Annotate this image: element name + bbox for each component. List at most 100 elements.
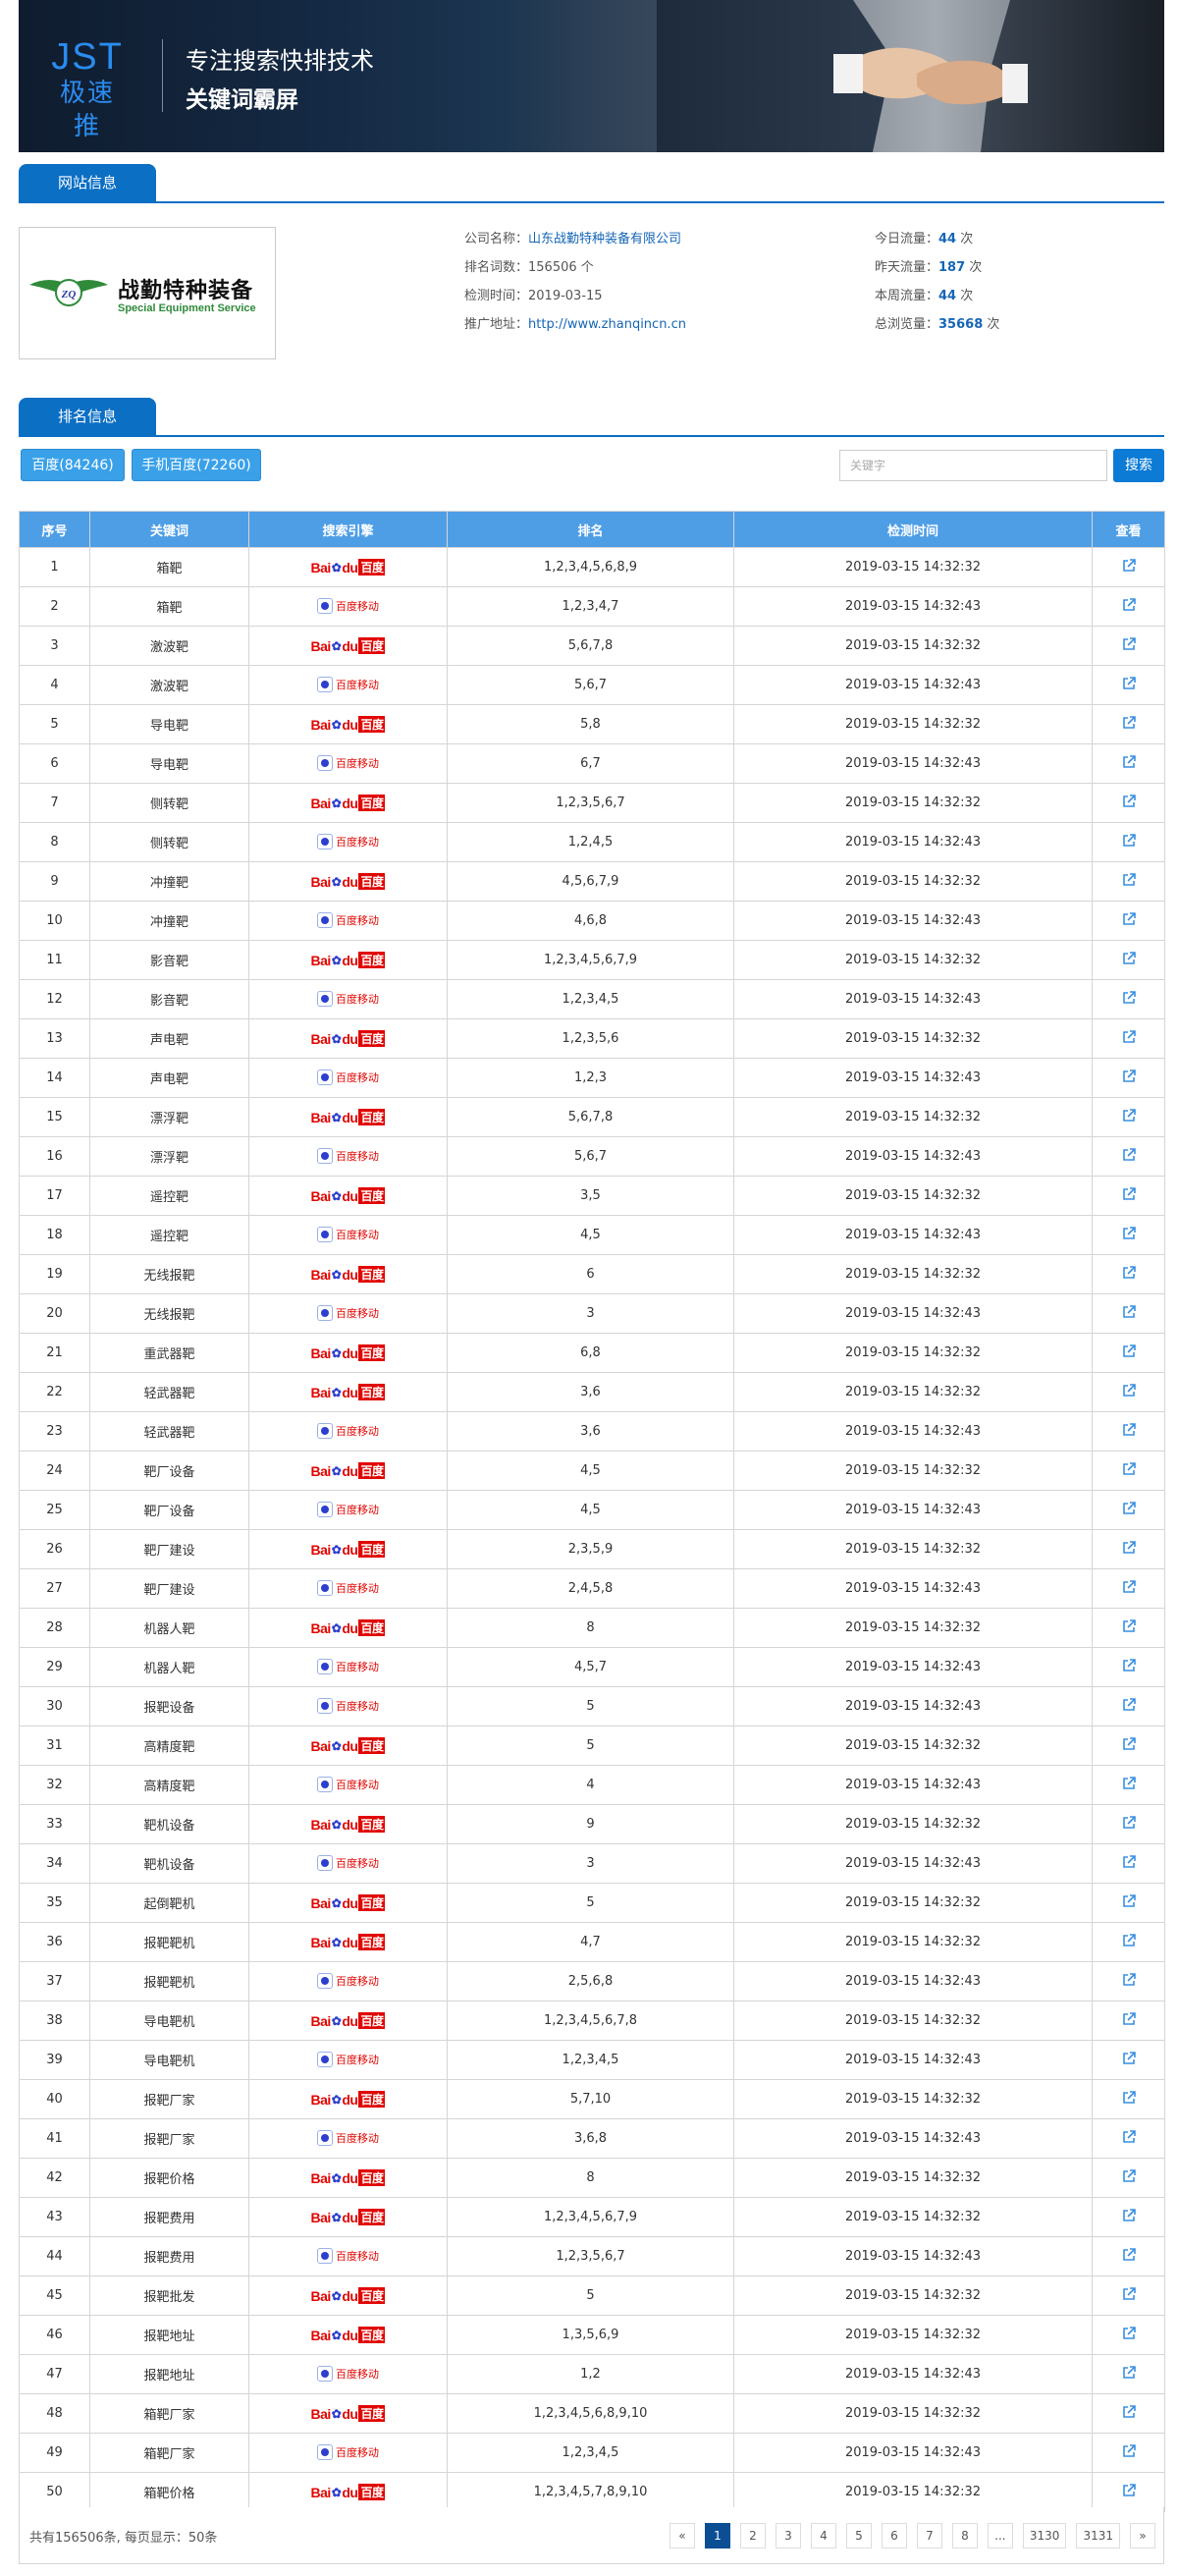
row-engine: Bai ✿ du 百度 [248, 1608, 448, 1648]
external-link-icon[interactable] [1122, 1854, 1136, 1869]
external-link-icon[interactable] [1122, 2051, 1136, 2065]
external-link-icon[interactable] [1122, 1893, 1136, 1908]
external-link-icon[interactable] [1122, 2247, 1136, 2262]
paw-icon [317, 1776, 333, 1792]
external-link-icon[interactable] [1122, 2208, 1136, 2222]
page-button[interactable]: 3 [775, 2523, 801, 2549]
external-link-icon[interactable] [1122, 1108, 1136, 1123]
tab-rank-info[interactable]: 排名信息 [19, 398, 156, 435]
external-link-icon[interactable] [1122, 715, 1136, 730]
external-link-icon[interactable] [1122, 2365, 1136, 2380]
external-link-icon[interactable] [1122, 990, 1136, 1005]
external-link-icon[interactable] [1122, 676, 1136, 690]
row-keyword: 报靶设备 [89, 1686, 249, 1726]
external-link-icon[interactable] [1122, 2483, 1136, 2497]
external-link-icon[interactable] [1122, 1618, 1136, 1633]
external-link-icon[interactable] [1122, 1972, 1136, 1987]
external-link-icon[interactable] [1122, 1069, 1136, 1083]
external-link-icon[interactable] [1122, 1343, 1136, 1358]
external-link-icon[interactable] [1122, 1265, 1136, 1280]
company-name[interactable]: 山东战勤特种装备有限公司 [528, 232, 681, 247]
external-link-icon[interactable] [1122, 2168, 1136, 2183]
external-link-icon[interactable] [1122, 2404, 1136, 2419]
external-link-icon[interactable] [1122, 1186, 1136, 1201]
external-link-icon[interactable] [1122, 1461, 1136, 1476]
engine-label: 百度移动 [336, 1228, 379, 1241]
engine-label: 百度移动 [336, 2249, 379, 2263]
page-button[interactable]: 5 [845, 2523, 872, 2549]
external-link-icon[interactable] [1122, 2443, 1136, 2458]
page-button[interactable]: 7 [916, 2523, 942, 2549]
filter-baidu-button[interactable]: 百度(84246) [21, 449, 125, 481]
external-link-icon[interactable] [1122, 2326, 1136, 2340]
external-link-icon[interactable] [1122, 597, 1136, 612]
external-link-icon[interactable] [1122, 1736, 1136, 1751]
row-rank: 2,4,5,8 [447, 1568, 734, 1609]
engine-label: 百度移动 [336, 1149, 379, 1163]
row-engine: Bai ✿ du 百度 [248, 626, 448, 666]
external-link-icon[interactable] [1122, 1579, 1136, 1594]
row-keyword: 侧转靶 [89, 822, 249, 862]
row-view [1092, 1765, 1165, 1805]
row-view [1092, 1097, 1165, 1137]
external-link-icon[interactable] [1122, 1933, 1136, 1947]
external-link-icon[interactable] [1122, 1304, 1136, 1319]
external-link-icon[interactable] [1122, 558, 1136, 573]
page-button[interactable]: 4 [810, 2523, 836, 2549]
page-button[interactable]: 8 [951, 2523, 978, 2549]
baidu-logo-icon: Bai ✿ du 百度 [310, 1816, 386, 1833]
external-link-icon[interactable] [1122, 1815, 1136, 1830]
external-link-icon[interactable] [1122, 2011, 1136, 2026]
row-time: 2019-03-15 14:32:43 [733, 2040, 1093, 2080]
external-link-icon[interactable] [1122, 2090, 1136, 2105]
external-link-icon[interactable] [1122, 833, 1136, 848]
external-link-icon[interactable] [1122, 1383, 1136, 1398]
external-link-icon[interactable] [1122, 1540, 1136, 1555]
external-link-icon[interactable] [1122, 1697, 1136, 1712]
baidu-mobile-logo-icon: 百度移动 [317, 1578, 379, 1598]
promo-url-link[interactable]: http://www.zhanqincn.cn [528, 317, 686, 332]
next-page-button[interactable]: » [1130, 2523, 1155, 2549]
row-number: 47 [19, 2354, 90, 2394]
yesterday-label: 昨天流量： [875, 260, 939, 275]
prev-page-button[interactable]: « [669, 2523, 695, 2549]
external-link-icon[interactable] [1122, 754, 1136, 769]
table-row: 34 靶机设备 百度移动 3 2019-03-15 14:32:43 [19, 1843, 1165, 1884]
page-button[interactable]: 3131 [1076, 2523, 1120, 2549]
jst-logo[interactable]: JST 极速推 [48, 37, 127, 143]
external-link-icon[interactable] [1122, 1501, 1136, 1515]
keyword-search-input[interactable] [839, 450, 1107, 481]
external-link-icon[interactable] [1122, 2129, 1136, 2144]
external-link-icon[interactable] [1122, 1147, 1136, 1162]
row-keyword: 遥控靶 [89, 1215, 249, 1255]
row-rank: 5,6,7,8 [447, 626, 734, 666]
external-link-icon[interactable] [1122, 1029, 1136, 1044]
filter-mobile-baidu-button[interactable]: 手机百度(72260) [132, 449, 261, 481]
search-button[interactable]: 搜索 [1113, 449, 1164, 482]
external-link-icon[interactable] [1122, 951, 1136, 965]
external-link-icon[interactable] [1122, 1658, 1136, 1672]
row-view [1092, 1254, 1165, 1294]
row-engine: Bai ✿ du 百度 [248, 2158, 448, 2198]
external-link-icon[interactable] [1122, 636, 1136, 651]
external-link-icon[interactable] [1122, 2286, 1136, 2301]
external-link-icon[interactable] [1122, 911, 1136, 926]
external-link-icon[interactable] [1122, 872, 1136, 887]
engine-label: 百度移动 [336, 1699, 379, 1713]
page-button[interactable]: 3130 [1022, 2523, 1067, 2549]
row-keyword: 重武器靶 [89, 1333, 249, 1373]
external-link-icon[interactable] [1122, 794, 1136, 808]
page-button[interactable]: 2 [739, 2523, 766, 2549]
page-button[interactable]: 1 [704, 2523, 730, 2549]
baidu-logo-icon: Bai ✿ du 百度 [310, 2327, 386, 2343]
page-button[interactable]: 6 [881, 2523, 907, 2549]
external-link-icon[interactable] [1122, 1226, 1136, 1240]
external-link-icon[interactable] [1122, 1422, 1136, 1437]
row-view [1092, 1568, 1165, 1609]
tab-site-info[interactable]: 网站信息 [19, 164, 156, 201]
row-time: 2019-03-15 14:32:32 [733, 1176, 1093, 1216]
external-link-icon[interactable] [1122, 1776, 1136, 1790]
row-rank: 4,5,6,7,9 [447, 861, 734, 902]
row-view [1092, 1608, 1165, 1648]
row-view [1092, 1647, 1165, 1687]
